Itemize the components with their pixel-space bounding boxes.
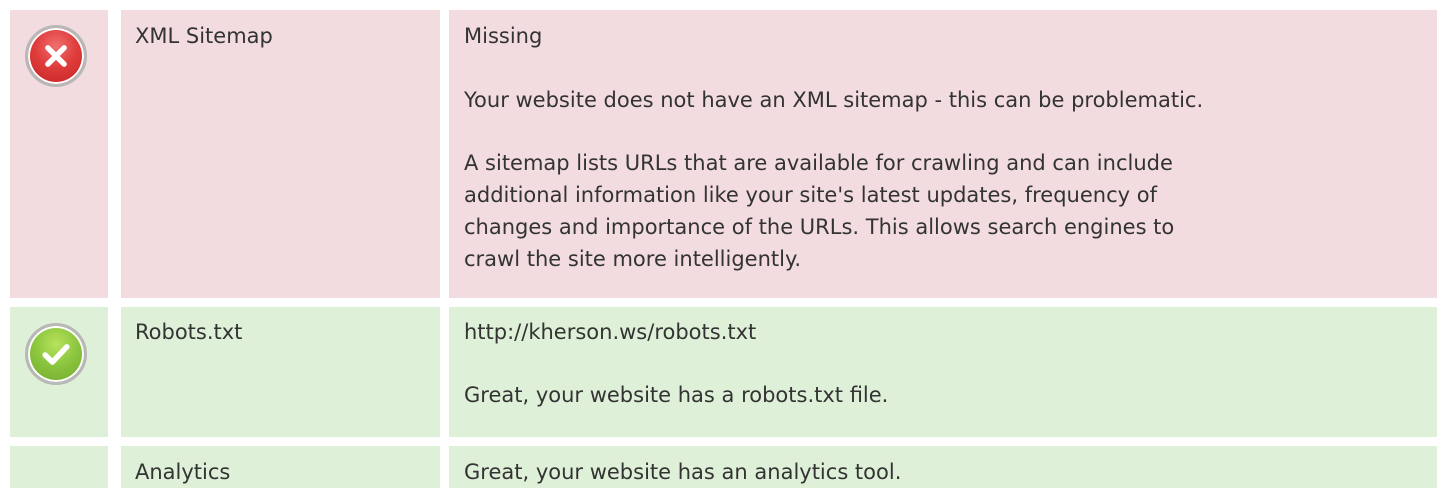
status-icon-cell <box>10 446 108 488</box>
check-name: Analytics <box>135 460 231 484</box>
result-summary: Your website does not have an XML sitema… <box>464 88 1204 112</box>
check-result-cell: http://kherson.ws/robots.txt Great, your… <box>449 307 1437 437</box>
check-name-cell: Robots.txt <box>121 307 440 437</box>
table-row-analytics: Analytics Great, your website has an ana… <box>0 446 1448 488</box>
table-row-xml-sitemap: XML Sitemap Missing Your website does no… <box>0 10 1448 298</box>
error-x-icon <box>25 25 87 87</box>
success-check-icon <box>25 323 87 385</box>
status-icon-cell <box>10 10 108 298</box>
table-row-robots-txt: Robots.txt http://kherson.ws/robots.txt … <box>0 307 1448 437</box>
result-detail-line: A sitemap lists URLs that are available … <box>464 151 1173 175</box>
check-name-cell: Analytics <box>121 446 440 488</box>
result-detail-line: changes and importance of the URLs. This… <box>464 215 1175 239</box>
check-name: XML Sitemap <box>135 24 273 48</box>
robots-url-link[interactable]: http://kherson.ws/robots.txt <box>464 316 756 348</box>
result-summary: Great, your website has an analytics too… <box>464 460 902 484</box>
result-status: Missing <box>464 24 543 48</box>
status-icon-cell <box>10 307 108 437</box>
check-result-cell: Great, your website has an analytics too… <box>449 446 1437 488</box>
check-result-cell: Missing Your website does not have an XM… <box>449 10 1437 298</box>
result-summary: Great, your website has a robots.txt fil… <box>464 383 889 407</box>
check-name: Robots.txt <box>135 320 243 344</box>
result-detail-line: additional information like your site's … <box>464 183 1157 207</box>
check-name-cell: XML Sitemap <box>121 10 440 298</box>
result-detail-line: crawl the site more intelligently. <box>464 247 802 271</box>
